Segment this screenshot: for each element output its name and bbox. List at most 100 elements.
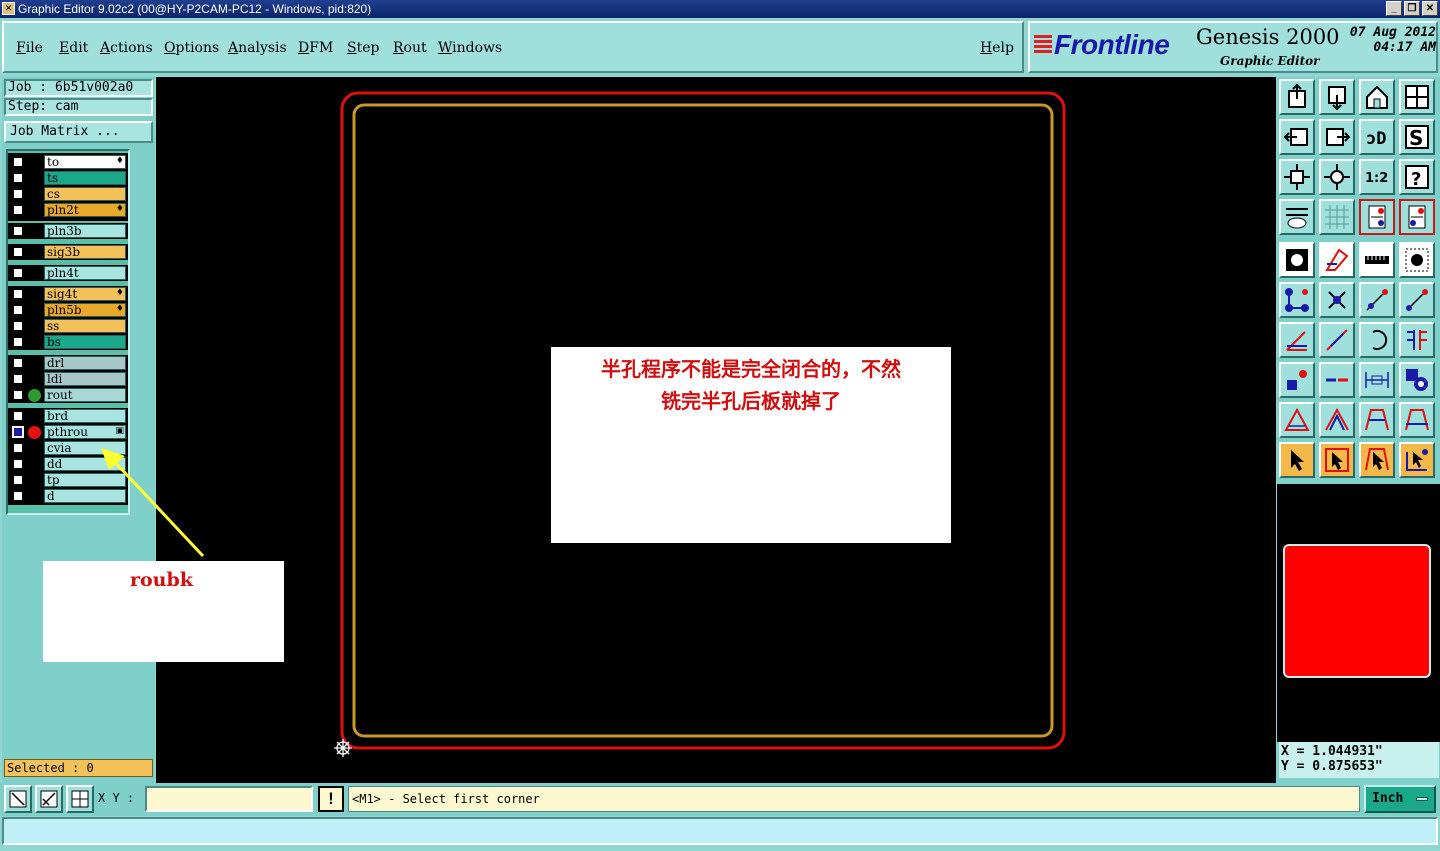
menu-edit[interactable]: Edit bbox=[59, 40, 88, 56]
graphic-canvas[interactable]: 半孔程序不能是完全闭合的，不然 铣完半孔后板就掉了 bbox=[156, 77, 1276, 783]
layer-name[interactable]: cs bbox=[44, 187, 126, 201]
center-icon[interactable] bbox=[1319, 159, 1355, 195]
pointer-net-icon[interactable] bbox=[1399, 442, 1435, 478]
line-point-icon[interactable] bbox=[1359, 282, 1395, 318]
job-matrix-button[interactable]: Job Matrix ... bbox=[4, 121, 153, 143]
layer-name[interactable]: ss bbox=[44, 319, 126, 333]
layer-name[interactable]: pthrou bbox=[44, 425, 126, 439]
angle-icon[interactable] bbox=[1279, 322, 1315, 358]
layer-name[interactable]: brd bbox=[44, 409, 126, 423]
snap-icon[interactable] bbox=[1359, 199, 1395, 235]
pan-right-icon[interactable] bbox=[1319, 119, 1355, 155]
shape-icon[interactable] bbox=[1319, 242, 1355, 278]
layer-checkbox[interactable] bbox=[12, 442, 24, 454]
layer-checkbox[interactable] bbox=[12, 288, 24, 300]
help-icon[interactable]: ? bbox=[1399, 159, 1435, 195]
layer-checkbox[interactable] bbox=[12, 320, 24, 332]
layer-checkbox[interactable] bbox=[12, 426, 24, 438]
pointer-icon[interactable] bbox=[1279, 442, 1315, 478]
layer-row[interactable]: drl bbox=[10, 356, 126, 370]
pad-icon[interactable] bbox=[1279, 242, 1315, 278]
layer-checkbox[interactable] bbox=[12, 410, 24, 422]
restore-icon[interactable]: ❐ bbox=[1404, 1, 1420, 16]
alert-button[interactable]: ! bbox=[318, 786, 344, 812]
window-split-icon[interactable] bbox=[1399, 79, 1435, 115]
layer-checkbox[interactable] bbox=[12, 246, 24, 258]
layer-name[interactable]: sig4t bbox=[44, 287, 126, 301]
arc-icon[interactable] bbox=[1359, 322, 1395, 358]
zoom-home-icon[interactable] bbox=[1279, 79, 1315, 115]
layer-name[interactable]: pln5b bbox=[44, 303, 126, 317]
layer-checkbox[interactable] bbox=[12, 490, 24, 502]
layer-row[interactable]: ts bbox=[10, 171, 126, 185]
move-icon[interactable] bbox=[1279, 362, 1315, 398]
measure-icon[interactable] bbox=[35, 785, 63, 813]
layer-row[interactable]: ldi bbox=[10, 372, 126, 386]
layer-name[interactable]: ts bbox=[44, 171, 126, 185]
menu-file[interactable]: File bbox=[16, 40, 43, 56]
layer-checkbox[interactable] bbox=[12, 172, 24, 184]
layer-checkbox[interactable] bbox=[12, 373, 24, 385]
close-icon[interactable]: ✕ bbox=[1422, 1, 1438, 16]
layer-row[interactable]: brd bbox=[10, 409, 126, 423]
cross-icon[interactable] bbox=[1319, 282, 1355, 318]
grid-icon[interactable] bbox=[1319, 199, 1355, 235]
layer-checkbox[interactable] bbox=[12, 304, 24, 316]
layer-name[interactable]: pln2t bbox=[44, 203, 126, 217]
menu-windows[interactable]: Windows bbox=[438, 40, 502, 56]
line-end-icon[interactable] bbox=[1399, 282, 1435, 318]
layer-name[interactable]: sig3b bbox=[44, 245, 126, 259]
layer-checkbox[interactable] bbox=[12, 357, 24, 369]
zoom-box-icon[interactable] bbox=[4, 785, 32, 813]
pads-icon[interactable] bbox=[1399, 362, 1435, 398]
layer-checkbox[interactable] bbox=[12, 225, 24, 237]
snap-alt-icon[interactable] bbox=[1399, 199, 1435, 235]
layer-row[interactable]: sig4t ♦ bbox=[10, 287, 126, 301]
layer-row[interactable]: bs bbox=[10, 335, 126, 349]
grid-snap-icon[interactable] bbox=[66, 785, 94, 813]
net-icon[interactable] bbox=[1279, 282, 1315, 318]
layer-checkbox[interactable] bbox=[12, 458, 24, 470]
layer-checkbox[interactable] bbox=[12, 389, 24, 401]
menu-help[interactable]: Help bbox=[980, 40, 1014, 56]
split-line-icon[interactable] bbox=[1319, 362, 1355, 398]
layer-row[interactable]: pln2t ♦ bbox=[10, 203, 126, 217]
arch-icon[interactable] bbox=[1399, 402, 1435, 438]
minimap[interactable] bbox=[1277, 540, 1440, 682]
layer-name[interactable]: pln3b bbox=[44, 224, 126, 238]
pointer-box-icon[interactable] bbox=[1319, 442, 1355, 478]
layer-row[interactable]: pthrou ▣ bbox=[10, 425, 126, 439]
layer-checkbox[interactable] bbox=[12, 267, 24, 279]
layer-row[interactable]: cs bbox=[10, 187, 126, 201]
layer-checkbox[interactable] bbox=[12, 336, 24, 348]
layer-checkbox[interactable] bbox=[12, 188, 24, 200]
layer-row[interactable]: to ♦ bbox=[10, 155, 126, 169]
zoom-in-icon[interactable] bbox=[1319, 79, 1355, 115]
layer-row[interactable]: pln3b bbox=[10, 224, 126, 238]
menu-step[interactable]: Step bbox=[347, 40, 379, 56]
select-box-icon[interactable] bbox=[1399, 242, 1435, 278]
layer-name[interactable]: rout bbox=[44, 388, 126, 402]
home-icon[interactable] bbox=[1359, 79, 1395, 115]
peak-icon[interactable] bbox=[1319, 402, 1355, 438]
layer-row[interactable]: sig3b bbox=[10, 245, 126, 259]
menu-options[interactable]: Options bbox=[164, 40, 219, 56]
units-selector[interactable]: Inch bbox=[1364, 785, 1436, 813]
layer-name[interactable]: drl bbox=[44, 356, 126, 370]
ruler-icon[interactable] bbox=[1359, 242, 1395, 278]
dimension-icon[interactable] bbox=[1359, 362, 1395, 398]
mirror-icon[interactable] bbox=[1399, 322, 1435, 358]
menu-analysis[interactable]: Analysis bbox=[228, 40, 287, 56]
layer-row[interactable]: pln4t bbox=[10, 266, 126, 280]
pan-left-icon[interactable] bbox=[1279, 119, 1315, 155]
pointer-frame-icon[interactable] bbox=[1359, 442, 1395, 478]
scale-icon[interactable]: 1:2 bbox=[1359, 159, 1395, 195]
triangle-icon[interactable] bbox=[1279, 402, 1315, 438]
layer-row[interactable]: ss bbox=[10, 319, 126, 333]
redraw-icon[interactable]: S bbox=[1399, 119, 1435, 155]
layer-name[interactable]: to bbox=[44, 155, 126, 169]
layer-checkbox[interactable] bbox=[12, 474, 24, 486]
slope-icon[interactable] bbox=[1319, 322, 1355, 358]
layer-name[interactable]: bs bbox=[44, 335, 126, 349]
menu-dfm[interactable]: DFM bbox=[298, 40, 333, 56]
